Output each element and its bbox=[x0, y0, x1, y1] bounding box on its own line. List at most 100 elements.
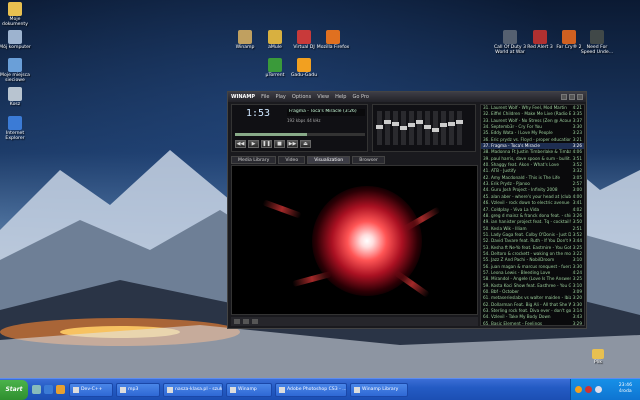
desktop-icon-label: Mozilla Firefox bbox=[316, 45, 350, 50]
eq-slider-2[interactable] bbox=[392, 111, 399, 145]
plik-folder-icon[interactable]: Plik bbox=[581, 349, 615, 365]
track-title: Fragma - Toca's Miracle (3:26) bbox=[287, 109, 365, 116]
eq-slider-9[interactable] bbox=[448, 111, 455, 145]
visualization-area bbox=[231, 165, 478, 315]
eq-slider-8[interactable] bbox=[440, 111, 447, 145]
eq-slider-5[interactable] bbox=[416, 111, 423, 145]
menu-file[interactable]: File bbox=[261, 94, 269, 100]
start-button[interactable]: Start bbox=[0, 379, 28, 400]
eq-slider-knob bbox=[456, 120, 463, 124]
taskbar-button-0[interactable]: Dev-C++ bbox=[69, 382, 113, 397]
tab-browser[interactable]: Browser bbox=[352, 156, 385, 164]
menu-play[interactable]: Play bbox=[275, 94, 285, 100]
media-icon[interactable] bbox=[56, 385, 65, 394]
library-bottom-bar bbox=[231, 317, 478, 326]
transport-button-2[interactable]: ❚❚ bbox=[261, 140, 272, 148]
playlist-panel[interactable]: 31. Laurent Wolf - Why Feel, Mod Martin 4… bbox=[480, 104, 585, 326]
menu-view[interactable]: View bbox=[317, 94, 329, 100]
desktop-icon-2[interactable]: Moje miejsca sieciowe bbox=[0, 58, 32, 84]
desktop-icon-3[interactable]: Mozilla Firefox bbox=[316, 30, 350, 50]
eq-slider-knob bbox=[400, 126, 407, 130]
eq-slider-3[interactable] bbox=[400, 111, 407, 145]
desktop-icon-label: Moje miejsca sieciowe bbox=[0, 73, 30, 84]
gadu-tray-icon[interactable] bbox=[575, 386, 582, 393]
app-icon bbox=[238, 30, 252, 44]
seek-bar[interactable] bbox=[235, 133, 365, 136]
desktop-icon-4[interactable]: Internet Explorer bbox=[0, 116, 32, 142]
transport-button-1[interactable]: ▶ bbox=[248, 140, 259, 148]
system-tray: 23:46 środa bbox=[570, 379, 640, 400]
winamp-titlebar[interactable]: WINAMP File Play Options View Help Go Pr… bbox=[228, 92, 586, 102]
eq-slider-4[interactable] bbox=[408, 111, 415, 145]
playlist-track-title: 65. Basic Element - Feelings bbox=[483, 320, 543, 326]
transport-button-4[interactable]: ▶▶ bbox=[287, 140, 298, 148]
transport-button-5[interactable]: ⏏ bbox=[300, 140, 311, 148]
desktop-icon-1[interactable]: Mój komputer bbox=[0, 30, 32, 50]
playlist-track-duration: 3:29 bbox=[572, 320, 582, 326]
desktop-icon-label: Winamp bbox=[235, 45, 255, 50]
desktop-icon-3[interactable]: Kosz bbox=[0, 87, 32, 107]
tab-visualization[interactable]: Visualization bbox=[307, 156, 351, 164]
clock-day: środa bbox=[619, 389, 632, 394]
desktop-icon-label: Internet Explorer bbox=[5, 131, 25, 142]
taskbar-button-3[interactable]: Winamp bbox=[226, 382, 272, 397]
taskbar-button-2[interactable]: nasza-klasa.pl - szukaj k... bbox=[163, 382, 223, 397]
menu-options[interactable]: Options bbox=[292, 94, 311, 100]
taskbar-app-icon bbox=[120, 386, 126, 393]
close-icon[interactable] bbox=[577, 94, 583, 100]
desktop-icon-0[interactable]: Moje dokumenty bbox=[0, 2, 32, 28]
winamp-window[interactable]: WINAMP File Play Options View Help Go Pr… bbox=[227, 91, 587, 329]
add-icon[interactable] bbox=[234, 319, 240, 324]
antivirus-tray-icon[interactable] bbox=[585, 386, 592, 393]
quick-launch bbox=[32, 385, 65, 394]
app-icon bbox=[326, 30, 340, 44]
transport-button-0[interactable]: ◀◀ bbox=[235, 140, 246, 148]
taskbar-button-4[interactable]: Adobe Photoshop CS3 - ... bbox=[275, 382, 347, 397]
maximize-icon[interactable] bbox=[569, 94, 575, 100]
desktop-icon-0[interactable]: Winamp bbox=[228, 30, 262, 50]
eq-slider-knob bbox=[440, 123, 447, 127]
eq-slider-7[interactable] bbox=[432, 111, 439, 145]
eq-slider-knob bbox=[416, 120, 423, 124]
taskbar-app-icon bbox=[230, 386, 236, 393]
eq-slider-10[interactable] bbox=[456, 111, 463, 145]
minimize-icon[interactable] bbox=[561, 94, 567, 100]
list-icon[interactable] bbox=[243, 319, 249, 324]
taskbar-button-label: Winamp Library bbox=[362, 387, 399, 392]
playlist-row[interactable]: 65. Basic Element - Feelings 3:29 bbox=[481, 320, 584, 326]
menu-help[interactable]: Help bbox=[335, 94, 346, 100]
elapsed-time[interactable]: 1:53 bbox=[246, 108, 270, 119]
app-icon bbox=[268, 58, 282, 72]
tab-media-library[interactable]: Media Library bbox=[231, 156, 277, 164]
eq-slider-6[interactable] bbox=[424, 111, 431, 145]
desktop-icon-3[interactable]: Need For Speed Unde... bbox=[580, 30, 614, 56]
desktop-icon-5[interactable]: Gadu-Gadu bbox=[287, 58, 321, 78]
ie-icon[interactable] bbox=[44, 385, 53, 394]
volume-tray-icon[interactable] bbox=[595, 386, 602, 393]
menu-go-pro[interactable]: Go Pro bbox=[352, 94, 368, 100]
clock[interactable]: 23:46 środa bbox=[619, 383, 632, 395]
desktop-icon-0[interactable]: Call Of Duty 3 World at War bbox=[493, 30, 527, 56]
app-icon bbox=[8, 116, 22, 130]
tab-video[interactable]: Video bbox=[278, 156, 306, 164]
eq-slider-knob bbox=[424, 124, 431, 129]
eq-slider-1[interactable] bbox=[384, 111, 391, 145]
show-desktop-icon[interactable] bbox=[32, 385, 41, 394]
eq-slider-knob bbox=[392, 121, 399, 126]
eq-slider-0[interactable] bbox=[376, 111, 383, 145]
eq-slider-knob bbox=[448, 121, 455, 126]
taskbar-button-5[interactable]: Winamp Library bbox=[350, 382, 408, 397]
bitrate-info: 192 kbps 44 kHz bbox=[287, 118, 321, 123]
app-icon bbox=[297, 30, 311, 44]
app-icon bbox=[562, 30, 576, 44]
taskbar-button-label: Adobe Photoshop CS3 - ... bbox=[287, 387, 347, 392]
app-icon bbox=[590, 30, 604, 44]
sort-icon[interactable] bbox=[252, 319, 258, 324]
app-icon bbox=[8, 58, 22, 72]
taskbar-button-1[interactable]: mp3 bbox=[116, 382, 160, 397]
desktop-icon-label: Need For Speed Unde... bbox=[580, 45, 614, 56]
transport-button-3[interactable]: ■ bbox=[274, 140, 285, 148]
library-tabs: Media Library Video Visualization Browser bbox=[231, 156, 478, 164]
desktop-icon-label: Call Of Duty 3 World at War bbox=[493, 45, 527, 56]
taskbar-button-label: nasza-klasa.pl - szukaj k... bbox=[175, 387, 223, 392]
